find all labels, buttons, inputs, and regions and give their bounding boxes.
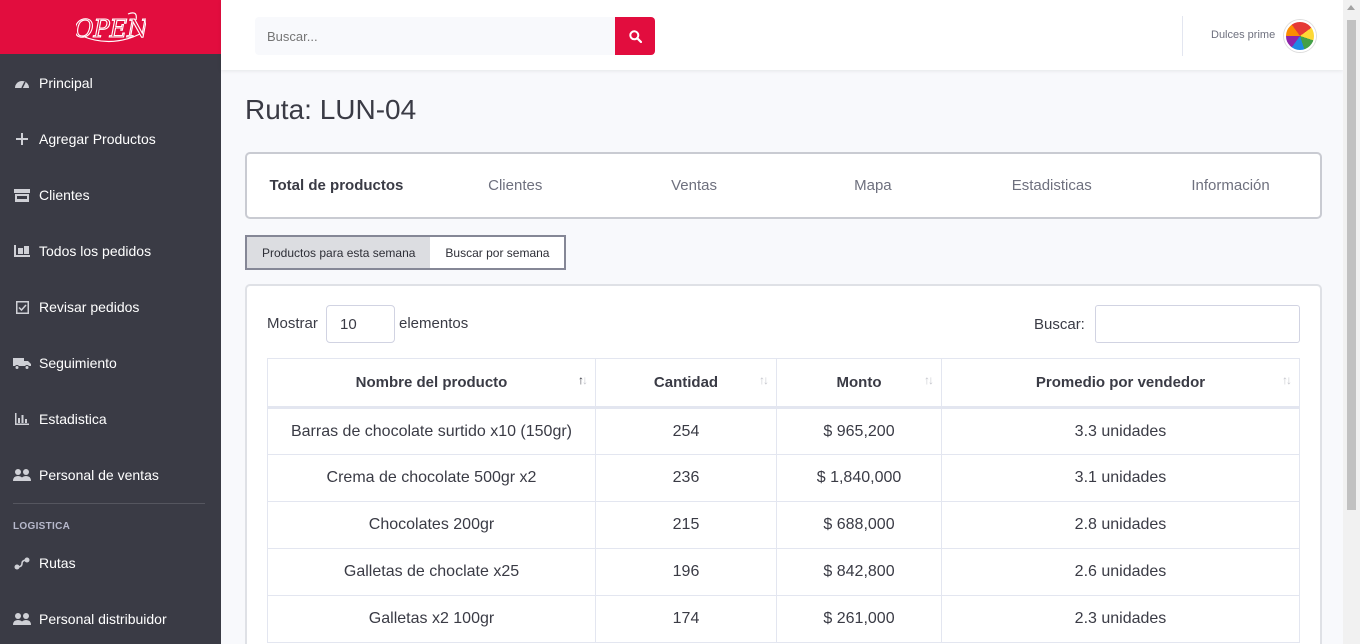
dashboard-icon bbox=[13, 76, 31, 90]
tab-clientes[interactable]: Clientes bbox=[426, 177, 605, 194]
page-length-select[interactable]: 10 bbox=[326, 305, 395, 343]
column-header-monto[interactable]: Monto ↑↓ bbox=[776, 358, 942, 409]
users-icon bbox=[13, 468, 31, 482]
cell-product: Chocolates 200gr bbox=[267, 501, 596, 549]
sidebar-item-clientes[interactable]: Clientes bbox=[0, 167, 221, 223]
sort-asc-icon: ↑↓ bbox=[578, 373, 588, 387]
sidebar-item-label: Todos los pedidos bbox=[39, 243, 152, 259]
cell-quantity: 254 bbox=[595, 407, 777, 455]
sidebar-item-label: Personal de ventas bbox=[39, 467, 159, 483]
show-suffix: elementos bbox=[399, 315, 469, 332]
cell-quantity: 215 bbox=[595, 501, 777, 549]
this-week-button[interactable]: Productos para esta semana bbox=[247, 237, 431, 268]
table-row: Chocolates 200gr 215 $ 688,000 2.8 unida… bbox=[267, 501, 1300, 549]
cell-average: 3.3 unidades bbox=[941, 407, 1300, 455]
avatar[interactable] bbox=[1284, 20, 1316, 52]
cell-product: Galletas x2 100gr bbox=[267, 595, 596, 643]
chart-icon bbox=[13, 412, 31, 426]
sidebar-divider bbox=[13, 503, 205, 504]
sidebar-item-seguimiento[interactable]: Seguimiento bbox=[0, 335, 221, 391]
column-header-nombre[interactable]: Nombre del producto ↑↓ bbox=[267, 358, 596, 409]
cell-quantity: 196 bbox=[595, 548, 777, 596]
cell-product: Barras de chocolate surtido x10 (150gr) bbox=[267, 407, 596, 455]
sidebar: OPEN Principal Agregar Productos Cliente… bbox=[0, 0, 221, 644]
products-table-card: Mostrar 10 elementos Buscar: Nombre del … bbox=[245, 284, 1322, 644]
svg-text:OPEN: OPEN bbox=[76, 15, 146, 43]
table-row: Barras de chocolate surtido x10 (150gr) … bbox=[267, 407, 1300, 455]
column-header-cantidad[interactable]: Cantidad ↑↓ bbox=[595, 358, 777, 409]
sort-icon: ↑↓ bbox=[759, 373, 769, 387]
table-header-row: Nombre del producto ↑↓ Cantidad ↑↓ Monto… bbox=[267, 358, 1300, 409]
open-logo-icon: OPEN bbox=[76, 12, 146, 44]
route-icon bbox=[13, 556, 31, 570]
search-button[interactable] bbox=[615, 17, 655, 55]
table-search-input[interactable] bbox=[1095, 305, 1300, 343]
topbar-divider bbox=[1182, 16, 1183, 56]
scrollbar-thumb[interactable] bbox=[1347, 20, 1356, 510]
topbar: Dulces prime bbox=[221, 0, 1343, 70]
sidebar-item-agregar-productos[interactable]: Agregar Productos bbox=[0, 111, 221, 167]
sidebar-item-rutas[interactable]: Rutas bbox=[0, 535, 221, 591]
cell-quantity: 236 bbox=[595, 454, 777, 502]
tab-total-de-productos[interactable]: Total de productos bbox=[247, 177, 426, 194]
products-table: Nombre del producto ↑↓ Cantidad ↑↓ Monto… bbox=[267, 358, 1300, 643]
store-icon bbox=[13, 188, 31, 202]
page-scrollbar[interactable] bbox=[1343, 0, 1360, 644]
cell-quantity: 174 bbox=[595, 595, 777, 643]
sort-icon: ↑↓ bbox=[924, 373, 934, 387]
cell-amount: $ 688,000 bbox=[776, 501, 942, 549]
sidebar-item-revisar-pedidos[interactable]: Revisar pedidos bbox=[0, 279, 221, 335]
sidebar-item-principal[interactable]: Principal bbox=[0, 55, 221, 111]
sidebar-item-label: Principal bbox=[39, 75, 93, 91]
cell-amount: $ 965,200 bbox=[776, 407, 942, 455]
page-length-value: 10 bbox=[340, 315, 357, 333]
table-row: Galletas de choclate x25 196 $ 842,800 2… bbox=[267, 548, 1300, 596]
truck-icon bbox=[13, 356, 31, 370]
cell-average: 2.8 unidades bbox=[941, 501, 1300, 549]
sidebar-heading: LOGISTICA bbox=[13, 521, 71, 532]
check-square-icon bbox=[13, 300, 31, 314]
column-header-promedio[interactable]: Promedio por vendedor ↑↓ bbox=[941, 358, 1300, 409]
table-row: Galletas x2 100gr 174 $ 261,000 2.3 unid… bbox=[267, 595, 1300, 643]
search-icon bbox=[628, 29, 642, 43]
sort-icon: ↑↓ bbox=[1282, 373, 1292, 387]
plus-icon bbox=[13, 132, 31, 146]
tab-informacion[interactable]: Información bbox=[1141, 177, 1320, 194]
page-title: Ruta: LUN-04 bbox=[245, 94, 417, 125]
sidebar-item-label: Revisar pedidos bbox=[39, 299, 140, 315]
tab-ventas[interactable]: Ventas bbox=[605, 177, 784, 194]
cell-average: 2.6 unidades bbox=[941, 548, 1300, 596]
sidebar-item-personal-de-ventas[interactable]: Personal de ventas bbox=[0, 447, 221, 503]
sidebar-item-estadistica[interactable]: Estadistica bbox=[0, 391, 221, 447]
cell-average: 3.1 unidades bbox=[941, 454, 1300, 502]
tab-estadisticas[interactable]: Estadisticas bbox=[962, 177, 1141, 194]
table-row: Crema de chocolate 500gr x2 236 $ 1,840,… bbox=[267, 454, 1300, 502]
table-search-label: Buscar: bbox=[1034, 316, 1085, 333]
brand-logo[interactable]: OPEN bbox=[0, 0, 221, 54]
cell-amount: $ 1,840,000 bbox=[776, 454, 942, 502]
cell-average: 2.3 unidades bbox=[941, 595, 1300, 643]
users-icon bbox=[13, 612, 31, 626]
sidebar-item-personal-distribuidor[interactable]: Personal distribuidor bbox=[0, 591, 221, 644]
search-input[interactable] bbox=[255, 17, 615, 55]
search-by-week-button[interactable]: Buscar por semana bbox=[430, 237, 565, 268]
sidebar-item-label: Clientes bbox=[39, 187, 90, 203]
pallet-icon bbox=[13, 244, 31, 258]
cell-amount: $ 842,800 bbox=[776, 548, 942, 596]
sidebar-item-label: Rutas bbox=[39, 555, 76, 571]
user-name[interactable]: Dulces prime bbox=[1211, 29, 1275, 41]
cell-product: Crema de chocolate 500gr x2 bbox=[267, 454, 596, 502]
show-label: Mostrar bbox=[267, 315, 318, 332]
tab-mapa[interactable]: Mapa bbox=[783, 177, 962, 194]
tabs-bar: Total de productos Clientes Ventas Mapa … bbox=[245, 152, 1322, 219]
sidebar-item-todos-los-pedidos[interactable]: Todos los pedidos bbox=[0, 223, 221, 279]
week-toggle: Productos para esta semana Buscar por se… bbox=[245, 235, 567, 270]
sidebar-item-label: Seguimiento bbox=[39, 355, 117, 371]
scroll-up-icon[interactable] bbox=[1347, 5, 1355, 10]
sidebar-item-label: Personal distribuidor bbox=[39, 611, 167, 627]
cell-product: Galletas de choclate x25 bbox=[267, 548, 596, 596]
sidebar-item-label: Estadistica bbox=[39, 411, 107, 427]
cell-amount: $ 261,000 bbox=[776, 595, 942, 643]
sidebar-item-label: Agregar Productos bbox=[39, 131, 156, 147]
